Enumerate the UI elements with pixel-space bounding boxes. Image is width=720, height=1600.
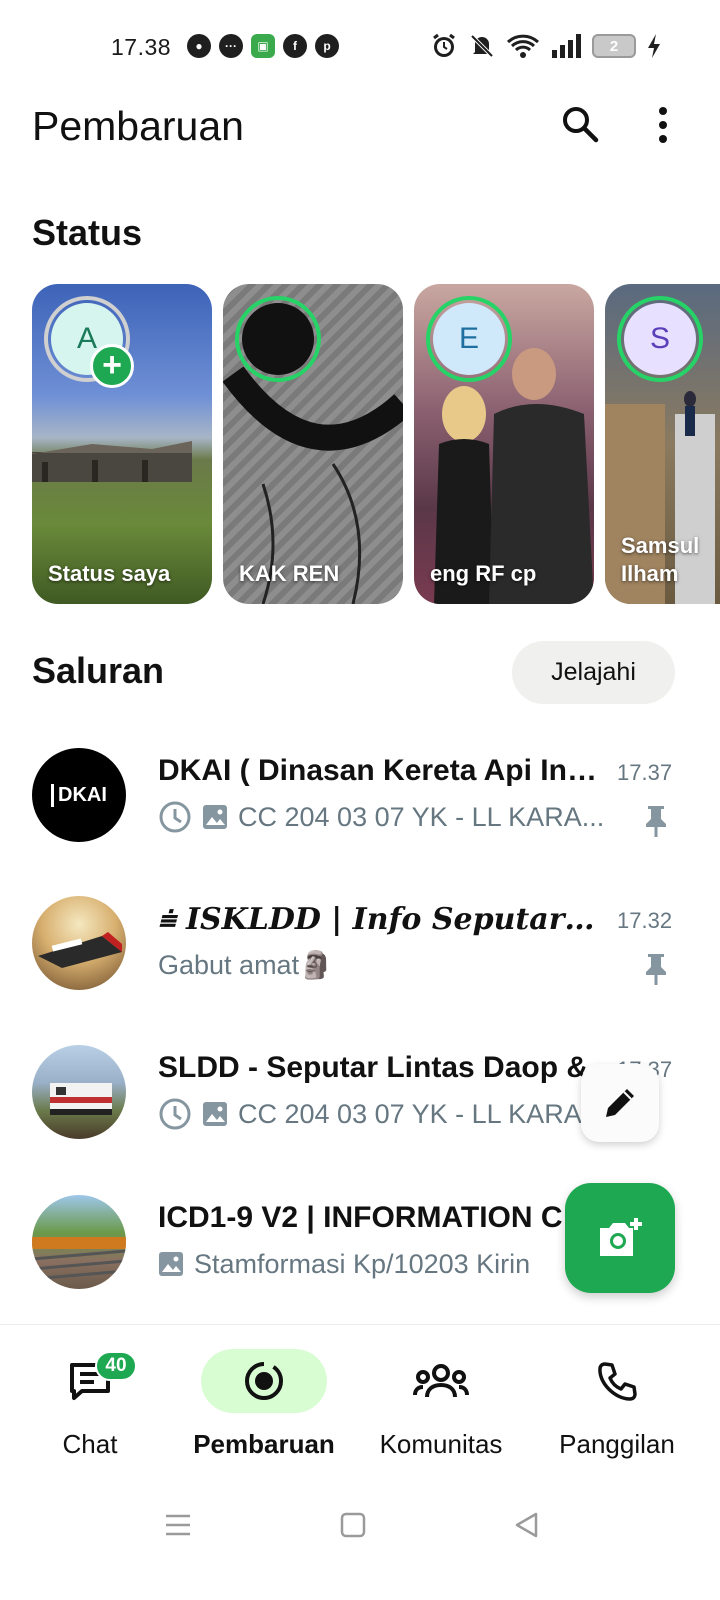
back-icon[interactable] [512, 1510, 542, 1540]
search-button[interactable] [560, 104, 600, 144]
channel-avatar-image [50, 1083, 112, 1115]
channel-preview: CC 204 03 07 YK - LL KARA... [158, 798, 618, 836]
avatar-ring: E [426, 296, 512, 382]
avatar: E [433, 303, 505, 375]
nav-label: Chat [62, 1429, 118, 1459]
channel-preview: Gabut amat🗿 [158, 946, 618, 984]
channel-avatar [32, 1195, 126, 1289]
search-icon [563, 107, 599, 143]
notification-icons: ● ··· ▣ f p [187, 34, 339, 58]
channel-avatar-image [32, 1237, 126, 1281]
channel-preview-text: CC 204 03 07 YK - LL KARA [238, 1098, 582, 1129]
camera-status-button[interactable] [565, 1183, 675, 1293]
pencil-icon [606, 1089, 634, 1117]
nav-icon-container [201, 1349, 327, 1413]
channel-avatar: DKAI [32, 748, 126, 842]
clock-icon [159, 1098, 191, 1130]
nav-label: Pembaruan [193, 1429, 335, 1459]
avatar: S [624, 303, 696, 375]
channel-avatar-image [38, 932, 122, 968]
home-icon[interactable] [338, 1510, 368, 1540]
channel-name: ⩧ ISKLDD | Info Seputar Keret... [158, 902, 603, 937]
charging-icon [648, 34, 660, 58]
system-icons: 2 [430, 32, 662, 60]
avatar [242, 303, 314, 375]
message-icon: ··· [219, 34, 243, 58]
status-carousel[interactable]: A + Status saya KAK REN E eng RF cp S Sa… [32, 284, 720, 604]
facebook-icon: f [283, 34, 307, 58]
image-icon [203, 1102, 227, 1126]
channel-avatar [32, 896, 126, 990]
notification-icon: ▣ [251, 34, 275, 58]
pin-icon [646, 954, 666, 985]
image-icon [159, 1252, 183, 1276]
clock: 17.38 [111, 34, 172, 60]
explore-button[interactable]: Jelajahi [512, 641, 675, 704]
nav-updates[interactable]: Pembaruan [174, 1325, 354, 1475]
channel-item[interactable]: ⩧ ISKLDD | Info Seputar Keret... 17.32 G… [0, 896, 720, 1044]
updates-icon [245, 1362, 283, 1400]
channel-time: 17.32 [617, 908, 673, 933]
clock-icon [159, 801, 191, 833]
system-navigation-bar [0, 1490, 720, 1560]
add-status-button[interactable]: + [90, 344, 134, 388]
pinterest-icon: p [315, 34, 339, 58]
nav-label: Komunitas [379, 1429, 503, 1459]
image-icon [203, 805, 227, 829]
edit-status-button[interactable] [581, 1064, 659, 1142]
channel-preview: Stamformasi Kp/10203 Kirin [158, 1245, 618, 1283]
status-card-label: eng RF cp [430, 561, 537, 586]
channels-section-title: Saluran [32, 650, 165, 691]
page-title: Pembaruan [32, 103, 244, 149]
communities-icon [413, 1364, 469, 1398]
status-card-kak-ren[interactable]: KAK REN [223, 284, 403, 604]
app-icon: ● [187, 34, 211, 58]
add-photo-icon [600, 1218, 642, 1256]
channel-avatar [32, 1045, 126, 1139]
bottom-navigation: 40 Chat Pembaruan Komunitas Panggilan [0, 1324, 720, 1484]
channel-preview-text: Stamformasi Kp/10203 Kirin [194, 1248, 531, 1279]
pin-icon [646, 806, 666, 837]
nav-icon-container [378, 1349, 504, 1413]
status-card-eng-rf[interactable]: E eng RF cp [414, 284, 594, 604]
status-section-title: Status [32, 212, 143, 253]
channel-time: 17.37 [617, 760, 673, 785]
status-card-samsul-ilham[interactable]: S Samsul Ilham [605, 284, 720, 604]
status-card-mine[interactable]: A + Status saya [32, 284, 212, 604]
channel-preview-text: CC 204 03 07 YK - LL KARA... [238, 801, 605, 832]
status-card-label: Status saya [48, 561, 171, 586]
channel-item[interactable]: DKAI DKAI ( Dinasan Kereta Api Ind... 17… [0, 748, 720, 896]
unread-badge: 40 [95, 1351, 137, 1381]
nav-communities[interactable]: Komunitas [351, 1325, 531, 1475]
mute-icon [470, 34, 494, 58]
status-card-label: KAK REN [239, 561, 340, 586]
nav-calls[interactable]: Panggilan [527, 1325, 707, 1475]
status-card-label: Samsul Ilham [621, 533, 700, 586]
avatar-ring [235, 296, 321, 382]
nav-label: Panggilan [559, 1429, 675, 1459]
wifi-icon [506, 34, 540, 58]
more-vert-icon [659, 107, 667, 143]
alarm-icon [433, 33, 455, 57]
channel-preview: CC 204 03 07 YK - LL KARA [158, 1095, 618, 1133]
channel-name: SLDD - Seputar Lintas Daop & [158, 1051, 589, 1084]
nav-chat[interactable]: 40 Chat [0, 1325, 180, 1475]
more-options-button[interactable] [648, 104, 678, 146]
avatar-ring: S [617, 296, 703, 382]
phone-icon [598, 1362, 637, 1401]
signal-icon [552, 34, 581, 58]
battery-icon: 2 [592, 34, 636, 58]
status-bar: 17.38 ● ··· ▣ f p 2 [0, 0, 720, 96]
channel-name: DKAI ( Dinasan Kereta Api Ind... [158, 754, 603, 787]
channel-name: ICD1-9 V2 | INFORMATION C [158, 1201, 563, 1234]
channel-preview-text: Gabut amat🗿 [158, 950, 333, 980]
recent-apps-icon[interactable] [163, 1510, 193, 1540]
nav-icon-container [554, 1349, 680, 1413]
channel-avatar-text: DKAI [51, 783, 107, 807]
